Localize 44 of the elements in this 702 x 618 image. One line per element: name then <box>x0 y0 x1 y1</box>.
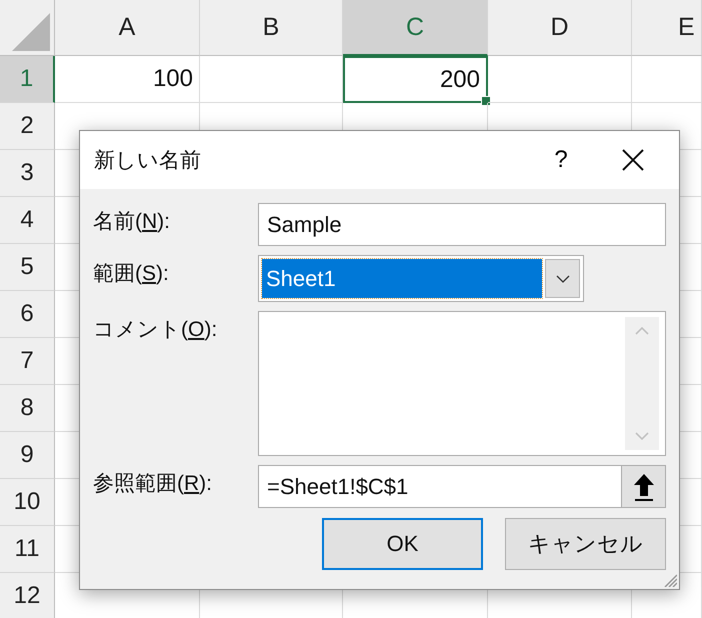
help-button[interactable]: ? <box>541 140 581 180</box>
arrow-up-icon <box>632 472 656 502</box>
reference-field[interactable]: =Sheet1!$C$1 <box>258 465 666 508</box>
name-field[interactable]: Sample <box>258 203 666 246</box>
dialog-title: 新しい名前 <box>94 148 202 174</box>
column-header[interactable]: E <box>632 0 702 56</box>
field-label: 参照範囲(R): <box>93 471 213 497</box>
scrollbar[interactable] <box>625 317 659 450</box>
row-header[interactable]: 11 <box>0 526 55 573</box>
row-header[interactable]: 6 <box>0 291 55 338</box>
row-header[interactable]: 2 <box>0 103 55 150</box>
row-header[interactable]: 12 <box>0 573 55 618</box>
row-header[interactable]: 4 <box>0 197 55 244</box>
row-header[interactable]: 10 <box>0 479 55 526</box>
ok-button[interactable]: OK <box>322 518 483 570</box>
row-header[interactable]: 5 <box>0 244 55 291</box>
table-cell[interactable]: 100 <box>55 56 200 103</box>
column-header[interactable]: A <box>55 0 200 56</box>
chevron-down-icon <box>635 432 649 440</box>
comment-field[interactable] <box>258 311 666 456</box>
chevron-down-icon <box>556 274 570 282</box>
cancel-button[interactable]: キャンセル <box>505 518 666 570</box>
column-header[interactable]: D <box>488 0 632 56</box>
scope-dropdown[interactable]: Sheet1 <box>258 255 584 302</box>
close-icon <box>622 149 644 171</box>
row-header[interactable]: 9 <box>0 432 55 479</box>
table-cell[interactable] <box>632 56 702 103</box>
field-label: 名前(N): <box>93 209 171 235</box>
chevron-up-icon <box>635 327 649 335</box>
table-cell[interactable] <box>200 56 343 103</box>
row-header[interactable]: 3 <box>0 150 55 197</box>
active-cell[interactable]: 200 <box>343 56 488 103</box>
field-label: 範囲(S): <box>93 261 170 287</box>
column-header[interactable]: B <box>200 0 343 56</box>
row-header[interactable]: 1 <box>0 56 55 103</box>
row-header[interactable]: 8 <box>0 385 55 432</box>
select-all-icon[interactable] <box>12 13 50 51</box>
resize-grip-icon[interactable] <box>663 573 677 587</box>
table-cell[interactable] <box>488 56 632 103</box>
field-label: コメント(O): <box>93 317 218 343</box>
row-header[interactable]: 7 <box>0 338 55 385</box>
column-header[interactable]: C <box>343 0 488 56</box>
collapse-button[interactable] <box>621 466 665 507</box>
fill-handle[interactable] <box>481 96 491 106</box>
